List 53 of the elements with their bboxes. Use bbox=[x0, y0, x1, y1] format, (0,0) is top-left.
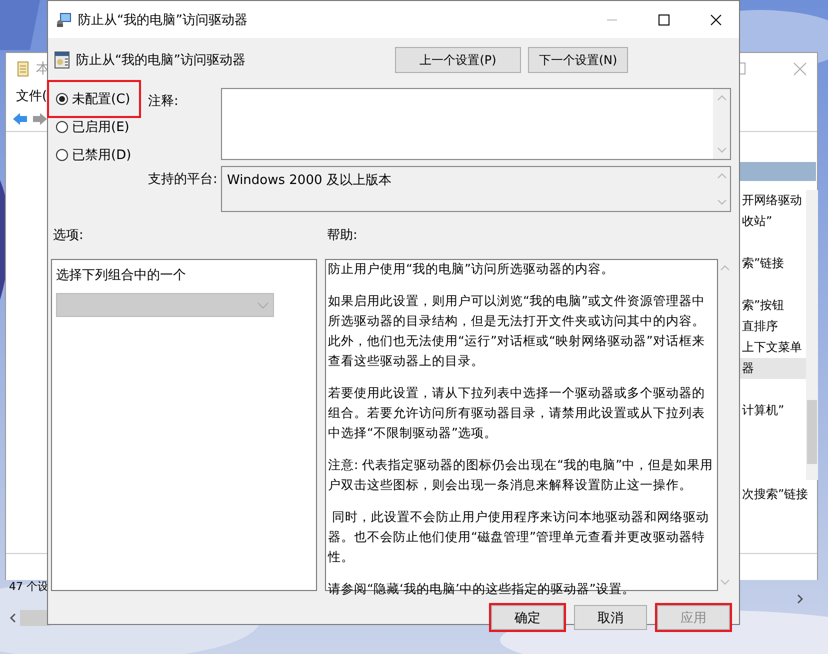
ok-button[interactable]: 确定 bbox=[491, 605, 564, 630]
comment-label: 注释: bbox=[148, 93, 180, 111]
platform-label: 支持的平台: bbox=[148, 171, 218, 189]
back-arrow-icon[interactable] bbox=[12, 112, 28, 126]
options-label: 选项: bbox=[53, 228, 84, 243]
scrollbar-thumb[interactable] bbox=[20, 610, 50, 626]
radio-button[interactable] bbox=[56, 121, 68, 133]
next-setting-button[interactable]: 下一个设置(N) bbox=[528, 47, 628, 73]
help-paragraph: 同时，此设置不会防止用户使用程序来访问本地驱动器和网络驱动器。也不会防止他们使用“磁盘管理”管理单元查看并更改驱动器特性。 bbox=[328, 508, 710, 566]
cancel-button[interactable]: 取消 bbox=[574, 605, 647, 630]
help-paragraph: 请参阅“隐藏‘我的电脑’中的这些指定的驱动器”设置。 bbox=[328, 580, 636, 598]
setting-title: 防止从“我的电脑”访问驱动器 bbox=[76, 52, 246, 69]
close-icon bbox=[710, 14, 722, 26]
list-item[interactable]: 索”链接 bbox=[740, 253, 806, 274]
radio-button[interactable] bbox=[56, 149, 68, 161]
policy-icon bbox=[54, 51, 70, 69]
help-paragraph: 如果启用此设置，则用户可以浏览“我的电脑”或文件资源管理器中所选驱动器的目录结构，但是无法打开文件夹或访问其中的内容。此外，他们也无法使用“运行”对话框或“映射网络驱动器”对话框来查看这些驱动器上的目录。 bbox=[328, 292, 706, 370]
radio-option[interactable]: 未配置(C) bbox=[56, 89, 132, 109]
help-paragraph: 注意: 代表指定驱动器的图标仍会出现在“我的电脑”中，但是如果用户双击这些图标，则会出现一条消息来解释设置防止这一操作。 bbox=[328, 456, 714, 494]
scroll-up-icon[interactable] bbox=[720, 265, 730, 271]
dropdown-prompt: 选择下列组合中的一个 bbox=[56, 267, 186, 284]
scroll-down-icon[interactable] bbox=[716, 147, 726, 153]
list-item[interactable]: 收站” bbox=[740, 211, 806, 232]
comment-field[interactable] bbox=[221, 88, 731, 160]
list-item[interactable]: 开网络驱动 bbox=[740, 190, 806, 211]
radio-option[interactable]: 已禁用(D) bbox=[56, 145, 134, 165]
scroll-up-icon[interactable] bbox=[716, 95, 726, 101]
maximize-icon bbox=[658, 14, 670, 26]
radio-button[interactable] bbox=[56, 93, 68, 105]
help-label: 帮助: bbox=[327, 227, 358, 244]
list-item[interactable]: 计算机” bbox=[740, 400, 806, 421]
scrollbar[interactable] bbox=[806, 190, 818, 480]
scroll-down-icon[interactable] bbox=[716, 199, 726, 205]
list-item[interactable]: 索”按钮 bbox=[740, 295, 806, 316]
help-paragraph: 防止用户使用“我的电脑”访问所选驱动器的内容。 bbox=[328, 260, 615, 278]
chevron-down-icon bbox=[257, 302, 269, 308]
previous-setting-button[interactable]: 上一个设置(P) bbox=[395, 47, 521, 73]
list-item[interactable]: 直排序 bbox=[740, 316, 806, 337]
scroll-icon bbox=[16, 61, 30, 77]
computer-icon bbox=[56, 12, 72, 28]
list-item[interactable]: 上下文菜单 bbox=[740, 337, 806, 358]
forward-arrow-icon[interactable] bbox=[32, 112, 48, 126]
menu-item[interactable]: 文件( bbox=[16, 87, 48, 105]
help-paragraph: 若要使用此设置，请从下拉列表中选择一个驱动器或多个驱动器的组合。若要允许访问所有驱动器目录，请禁用此设置或从下拉列表中选择“不限制驱动器”选项。 bbox=[328, 384, 706, 442]
platform-field: Windows 2000 及以上版本 bbox=[221, 166, 731, 212]
radio-option[interactable]: 已启用(E) bbox=[56, 117, 132, 137]
scroll-down-icon[interactable] bbox=[720, 579, 730, 585]
list-item[interactable]: 次搜索”链接 bbox=[740, 484, 818, 505]
status-text: 47 个设 bbox=[9, 579, 48, 594]
scroll-up-icon[interactable] bbox=[716, 173, 726, 179]
list-item[interactable]: 器 bbox=[740, 358, 808, 379]
close-icon[interactable] bbox=[793, 62, 807, 76]
window-title: 防止从“我的电脑”访问驱动器 bbox=[78, 12, 248, 28]
